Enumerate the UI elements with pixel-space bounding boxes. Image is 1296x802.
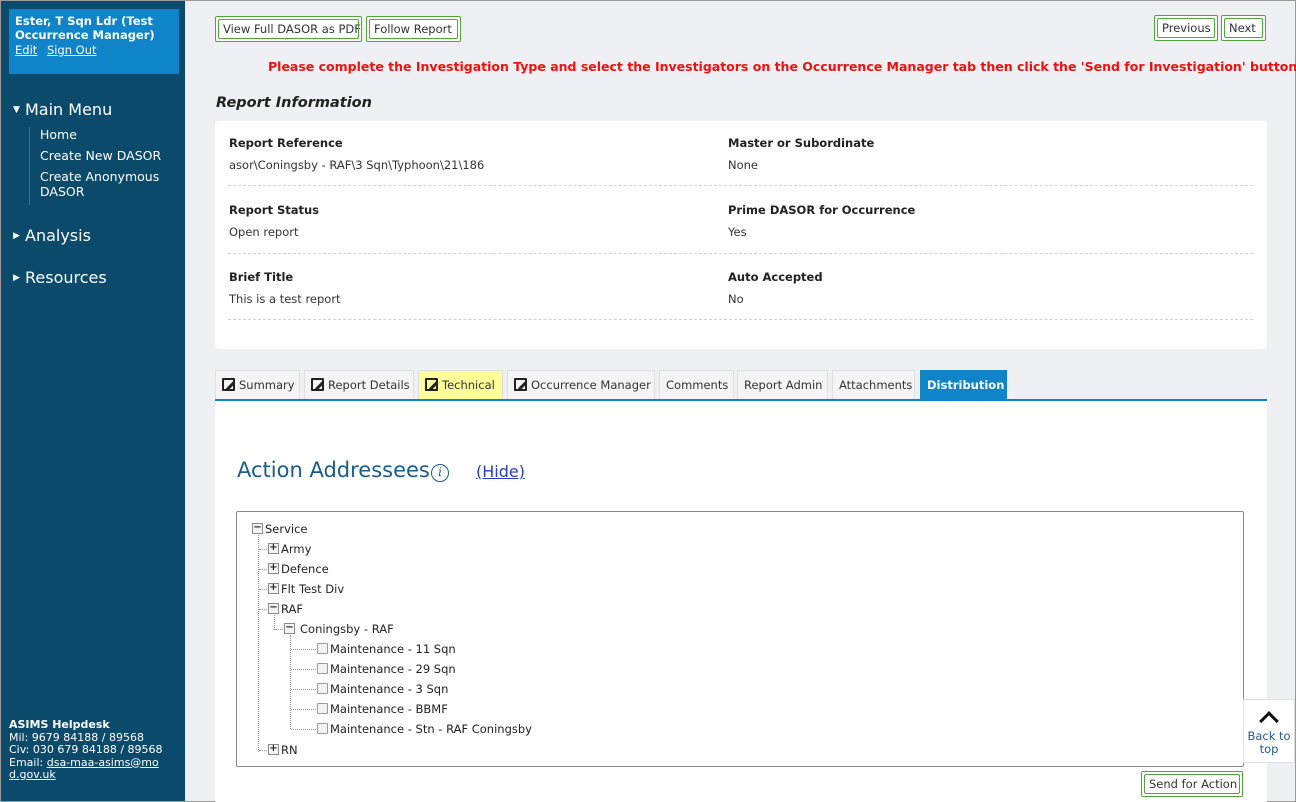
collapse-icon[interactable]: − [252, 523, 263, 534]
view-pdf-button[interactable]: View Full DASOR as PDF [215, 16, 362, 42]
auto-accepted-label: Auto Accepted [728, 270, 823, 284]
collapse-icon[interactable]: − [268, 603, 279, 614]
resources-menu-toggle[interactable]: ▶ Resources [13, 268, 107, 287]
addressee-tree: − Service + Army + Defence + Flt Test Di… [236, 511, 1244, 767]
action-addressees-title: Action Addressees [237, 458, 430, 482]
tree-leaf-maintenance-3-sqn[interactable]: Maintenance - 3 Sqn [330, 682, 448, 696]
edit-icon [222, 378, 235, 391]
caret-right-icon: ▶ [13, 273, 20, 283]
prime-dasor-label: Prime DASOR for Occurrence [728, 203, 916, 217]
menu-item-home[interactable]: Home [40, 127, 179, 142]
sidebar: Ester, T Sqn Ldr (Test Occurrence Manage… [1, 1, 185, 801]
edit-icon [425, 378, 438, 391]
master-subordinate-value: None [728, 158, 759, 172]
tab-distribution[interactable]: Distribution [920, 370, 1007, 399]
warning-message: Please complete the Investigation Type a… [268, 59, 1296, 74]
tree-leaf-maintenance-29-sqn[interactable]: Maintenance - 29 Sqn [330, 662, 456, 676]
chevron-up-icon [1259, 711, 1279, 731]
info-icon[interactable]: i [431, 464, 449, 482]
expand-icon[interactable]: + [268, 543, 279, 554]
checkbox[interactable] [317, 723, 328, 734]
back-to-top-label: Back to top [1247, 729, 1291, 756]
report-reference-value: asor\Coningsby - RAF\3 Sqn\Typhoon\21\18… [229, 158, 485, 172]
main-menu-items: Home Create New DASOR Create Anonymous D… [29, 127, 179, 205]
edit-icon [514, 378, 527, 391]
hide-link[interactable]: (Hide) [476, 462, 525, 481]
tab-attachments[interactable]: Attachments [832, 370, 915, 399]
brief-title-label: Brief Title [229, 270, 294, 284]
report-status-value: Open report [229, 225, 299, 239]
tab-report-admin[interactable]: Report Admin [737, 370, 828, 399]
menu-item-create-new-dasor[interactable]: Create New DASOR [40, 148, 179, 163]
tree-leaf-maintenance-stn[interactable]: Maintenance - Stn - RAF Coningsby [330, 722, 532, 736]
report-status-label: Report Status [229, 203, 320, 217]
analysis-menu-toggle[interactable]: ▶ Analysis [13, 226, 91, 245]
user-box: Ester, T Sqn Ldr (Test Occurrence Manage… [9, 9, 179, 74]
expand-icon[interactable]: + [268, 563, 279, 574]
tree-leaf-maintenance-11-sqn[interactable]: Maintenance - 11 Sqn [330, 642, 456, 656]
sign-out-link[interactable]: Sign Out [47, 43, 97, 57]
tree-leaf-maintenance-bbmf[interactable]: Maintenance - BBMF [330, 702, 448, 716]
prime-dasor-value: Yes [728, 225, 747, 239]
checkbox[interactable] [317, 703, 328, 714]
tab-comments[interactable]: Comments [659, 370, 734, 399]
tab-occurrence-manager[interactable]: Occurrence Manager [507, 370, 655, 399]
send-for-action-button[interactable]: Send for Action [1141, 771, 1243, 797]
tree-node-raf[interactable]: RAF [281, 602, 303, 616]
checkbox[interactable] [317, 663, 328, 674]
report-info-card: Report Reference asor\Coningsby - RAF\3 … [215, 121, 1267, 349]
brief-title-value: This is a test report [229, 292, 341, 306]
main-menu-label: Main Menu [25, 100, 113, 119]
expand-icon[interactable]: + [268, 583, 279, 594]
caret-down-icon: ▼ [13, 105, 20, 115]
tab-technical[interactable]: Technical [418, 370, 503, 399]
tree-node-army[interactable]: Army [281, 542, 311, 556]
expand-icon[interactable]: + [268, 744, 279, 755]
helpdesk-title: ASIMS Helpdesk [9, 718, 110, 731]
helpdesk-email-label: Email: [9, 755, 44, 769]
checkbox[interactable] [317, 643, 328, 654]
previous-button[interactable]: Previous [1154, 15, 1218, 41]
checkbox[interactable] [317, 683, 328, 694]
tab-summary[interactable]: Summary [215, 370, 300, 399]
collapse-icon[interactable]: − [284, 623, 295, 634]
follow-report-button[interactable]: Follow Report [366, 16, 461, 42]
edit-icon [311, 378, 324, 391]
report-reference-label: Report Reference [229, 136, 343, 150]
edit-link[interactable]: Edit [15, 43, 37, 57]
tree-node-service[interactable]: Service [265, 522, 308, 536]
analysis-label: Analysis [25, 226, 91, 245]
auto-accepted-value: No [728, 292, 744, 306]
user-name: Ester, T Sqn Ldr (Test Occurrence Manage… [15, 14, 155, 42]
report-info-title: Report Information [216, 95, 372, 111]
tab-report-details[interactable]: Report Details [304, 370, 414, 399]
back-to-top-button[interactable]: Back to top [1243, 699, 1295, 763]
helpdesk-email-row: Email: dsa-maa-asims@mod.gov.uk [9, 755, 159, 782]
menu-item-create-anonymous-dasor[interactable]: Create Anonymous DASOR [40, 169, 170, 199]
master-subordinate-label: Master or Subordinate [728, 136, 875, 150]
tree-node-coningsby[interactable]: Coningsby - RAF [300, 622, 394, 636]
tree-node-defence[interactable]: Defence [281, 562, 329, 576]
main-menu-toggle[interactable]: ▼ Main Menu [13, 100, 112, 119]
tree-node-rn[interactable]: RN [281, 743, 298, 757]
resources-label: Resources [25, 268, 107, 287]
helpdesk-info: ASIMS Helpdesk Mil: 9679 84188 / 89568 C… [9, 718, 163, 782]
user-links: Edit Sign Out [15, 43, 173, 57]
tree-node-flt-test-div[interactable]: Flt Test Div [281, 582, 344, 596]
caret-right-icon: ▶ [13, 231, 20, 241]
next-button[interactable]: Next [1221, 15, 1266, 41]
